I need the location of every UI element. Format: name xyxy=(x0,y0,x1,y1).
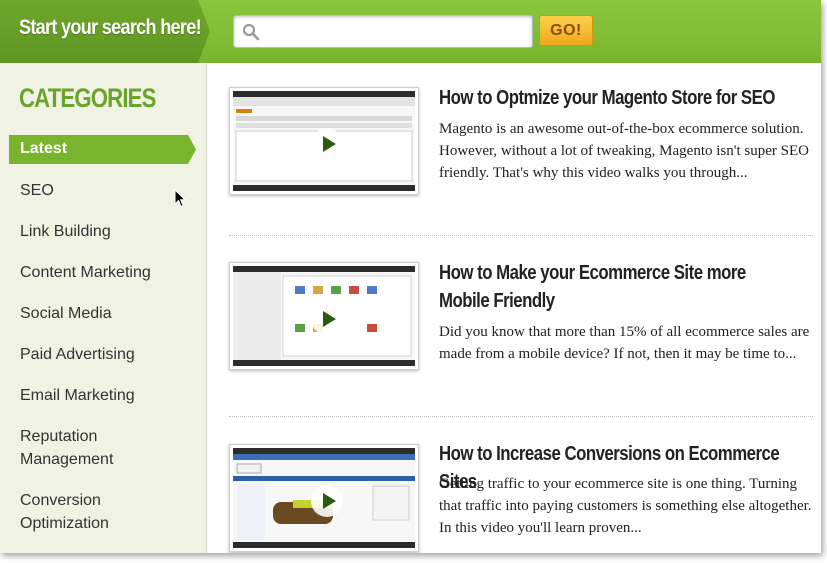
search-icon xyxy=(242,23,260,41)
sidebar-item-content-marketing[interactable]: Content Marketing xyxy=(20,261,190,284)
sidebar-item-paid-advertising[interactable]: Paid Advertising xyxy=(20,343,190,366)
categories-title: CATEGORIES xyxy=(19,83,156,113)
sidebar-item-label: Latest xyxy=(20,140,68,157)
brand-banner: Start your search here! xyxy=(0,0,210,63)
sidebar-item-link-building[interactable]: Link Building xyxy=(20,220,190,243)
video-thumbnail[interactable] xyxy=(229,87,419,195)
go-button[interactable]: GO! xyxy=(539,15,593,46)
divider xyxy=(229,416,813,417)
search-box[interactable] xyxy=(233,15,533,48)
play-icon xyxy=(311,128,343,160)
divider xyxy=(229,235,813,236)
sidebar-item-email-marketing[interactable]: Email Marketing xyxy=(20,384,190,407)
sidebar-item-seo[interactable]: SEO xyxy=(20,179,190,202)
article-description: Getting traffic to your ecommerce site i… xyxy=(439,476,812,536)
sidebar-item-reputation-management[interactable]: Reputation Management xyxy=(20,425,130,471)
brand-label: Start your search here! xyxy=(19,16,202,39)
page-frame: Start your search here! GO! CATEGORIES L… xyxy=(0,0,821,553)
thumbnail-screen xyxy=(233,266,415,366)
header: Start your search here! GO! xyxy=(0,0,821,63)
sidebar-item-latest[interactable]: Latest xyxy=(9,135,196,164)
thumbnail-screen xyxy=(233,448,415,548)
article-title[interactable]: How to Optmize your Magento Store for SE… xyxy=(439,84,800,112)
article-description: Magento is an awesome out-of-the-box eco… xyxy=(439,121,809,181)
sidebar: CATEGORIES Latest SEO Link Building Cont… xyxy=(0,63,207,553)
video-thumbnail[interactable] xyxy=(229,444,419,552)
play-icon xyxy=(311,485,343,517)
mouse-cursor-icon xyxy=(174,189,186,208)
sidebar-item-conversion-optimization[interactable]: Conversion Optimization xyxy=(20,489,130,535)
sidebar-item-social-media[interactable]: Social Media xyxy=(20,302,190,325)
thumbnail-screen xyxy=(233,91,415,191)
video-thumbnail[interactable] xyxy=(229,262,419,370)
search-input[interactable] xyxy=(266,20,528,44)
play-icon xyxy=(311,303,343,335)
article-list: How to Optmize your Magento Store for SE… xyxy=(207,63,821,553)
article-description: Did you know that more than 15% of all e… xyxy=(439,324,810,362)
article-title[interactable]: How to Make your Ecommerce Site more Mob… xyxy=(439,259,775,315)
